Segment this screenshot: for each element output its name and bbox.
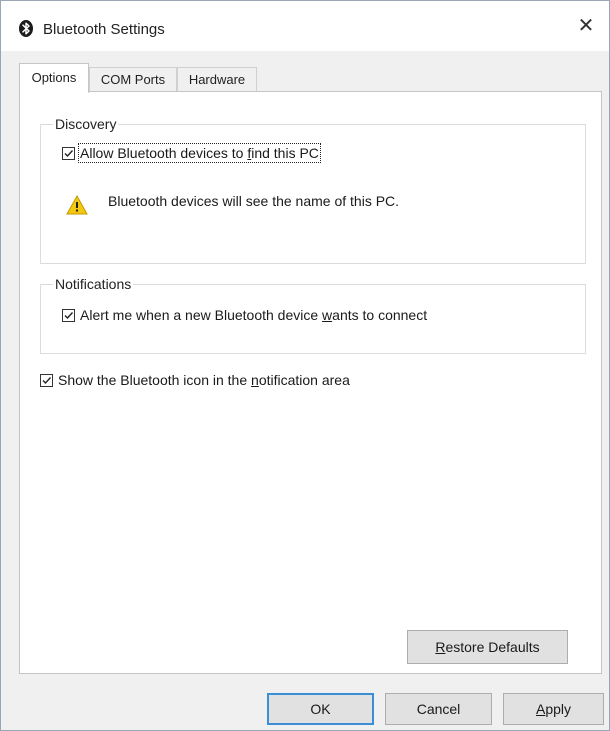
cancel-button[interactable]: Cancel <box>385 693 492 725</box>
title-bar: Bluetooth Settings ✕ <box>1 1 609 51</box>
bluetooth-icon <box>19 20 33 37</box>
tab-com-ports-label: COM Ports <box>100 72 166 87</box>
window-title: Bluetooth Settings <box>43 21 165 38</box>
discovery-group: Discovery <box>40 116 586 264</box>
tab-options-label: Options <box>31 70 77 85</box>
alert-new-device-label: Alert me when a new Bluetooth device wan… <box>80 307 428 323</box>
tab-options[interactable]: Options <box>19 63 89 93</box>
warning-icon <box>66 195 88 215</box>
tab-com-ports[interactable]: COM Ports <box>89 67 177 91</box>
tab-hardware-label: Hardware <box>188 72 246 87</box>
options-tab-panel: Discovery Allow Bluetooth devices to fin… <box>19 91 602 674</box>
apply-button[interactable]: Apply <box>503 693 604 725</box>
show-tray-icon-label: Show the Bluetooth icon in the notificat… <box>58 372 350 388</box>
allow-discovery-checkbox[interactable]: Allow Bluetooth devices to find this PC <box>62 143 321 163</box>
allow-discovery-checkbox-box[interactable] <box>62 146 75 160</box>
close-button[interactable]: ✕ <box>571 11 601 41</box>
allow-discovery-label: Allow Bluetooth devices to find this PC <box>78 143 321 163</box>
show-tray-icon-checkbox-box[interactable] <box>40 373 53 387</box>
notifications-legend: Notifications <box>55 276 132 292</box>
tab-hardware[interactable]: Hardware <box>177 67 257 91</box>
discovery-legend: Discovery <box>55 116 117 132</box>
restore-defaults-button[interactable]: Restore Defaults <box>407 630 568 664</box>
show-tray-icon-checkbox[interactable]: Show the Bluetooth icon in the notificat… <box>40 372 350 388</box>
bluetooth-settings-window: Bluetooth Settings ✕ Options COM Ports H… <box>0 0 610 731</box>
ok-button[interactable]: OK <box>267 693 374 725</box>
alert-new-device-checkbox[interactable]: Alert me when a new Bluetooth device wan… <box>62 307 427 323</box>
alert-new-device-checkbox-box[interactable] <box>62 308 75 322</box>
discovery-warning-text: Bluetooth devices will see the name of t… <box>108 193 400 209</box>
